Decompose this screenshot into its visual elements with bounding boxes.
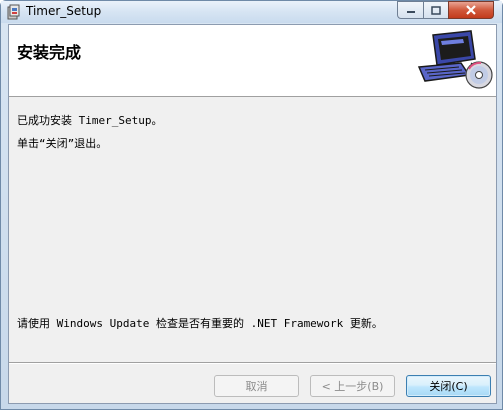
back-button[interactable]: < 上一步(B) [310, 375, 395, 397]
installer-window: Timer_Setup 安装完成 已成功安装 Timer_Setup。 单击“关… [0, 0, 503, 410]
close-instruction-text: 单击“关闭”退出。 [17, 137, 108, 150]
window-title: Timer_Setup [26, 4, 102, 18]
computer-cd-icon [417, 30, 493, 89]
install-success-text: 已成功安装 Timer_Setup。 [17, 114, 163, 127]
minimize-button[interactable] [397, 1, 424, 19]
update-hint-text: 请使用 Windows Update 检查是否有重要的 .NET Framewo… [17, 317, 383, 330]
title-bar[interactable]: Timer_Setup [1, 1, 502, 23]
installer-icon [7, 4, 20, 20]
maximize-icon [431, 5, 441, 15]
minimize-icon [406, 11, 415, 13]
page-title: 安装完成 [17, 43, 82, 62]
close-button[interactable]: 关闭(C) [406, 375, 491, 397]
cancel-button[interactable]: 取消 [214, 375, 299, 397]
dialog-body: 安装完成 已成功安装 Timer_Setup。 单击“关闭”退出。 请使用 Wi… [8, 24, 497, 404]
close-icon [466, 5, 476, 15]
header-banner: 安装完成 [9, 25, 496, 97]
close-window-button[interactable] [448, 1, 494, 19]
footer-divider [9, 362, 496, 364]
maximize-button[interactable] [423, 1, 449, 19]
